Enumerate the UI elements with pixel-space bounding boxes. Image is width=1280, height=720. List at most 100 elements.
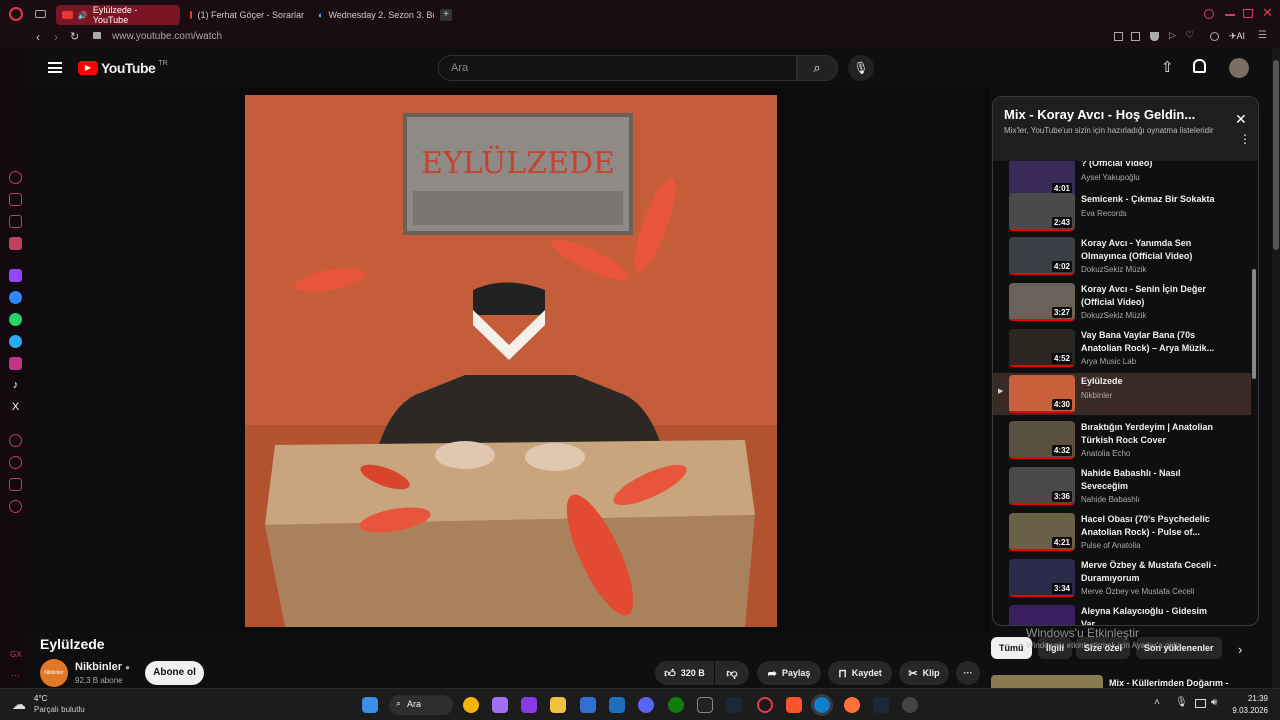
like-button[interactable]: 👍︎ 320 B [655,661,714,685]
url-field[interactable]: www.youtube.com/watch [112,31,222,42]
speaker-icon[interactable]: 🔊 [78,11,88,20]
playlist-item-thumbnail[interactable]: 4:21 [1009,513,1075,551]
playlist-item-thumbnail[interactable]: 4:52 [1009,329,1075,367]
upload-icon[interactable]: ⇧ [1161,58,1174,76]
copilot-icon[interactable] [492,697,508,713]
playlist-item-title[interactable]: Hacel Obası (70's Psychedelic Anatolian … [1081,513,1221,539]
network-icon[interactable] [1195,699,1206,708]
gmail-icon[interactable] [9,237,22,250]
search-input[interactable]: Ara [438,55,798,81]
playlist-item-thumbnail[interactable]: 2:43 [1009,193,1075,231]
youtube-logo[interactable]: ▶ YouTube TR [78,60,168,76]
play-icon[interactable]: ▷ [1169,30,1176,41]
telegram-icon[interactable] [9,335,22,348]
playlist-more-icon[interactable]: ⋮ [1239,133,1251,145]
share-button[interactable]: ➦ Paylaş [757,661,821,685]
search-button[interactable]: ⌕ [796,55,838,81]
messenger-icon[interactable] [9,291,22,304]
channel-name[interactable]: Nikbinler ● [75,661,130,673]
playlist-item-thumbnail[interactable]: 4:30 [1009,375,1075,413]
playlist-item[interactable]: 4:02 Koray Avcı - Yanımda Sen Olmayınca (… [993,235,1251,281]
edge-icon[interactable] [811,694,833,716]
player-icon[interactable] [9,434,22,447]
xbox-icon[interactable] [668,697,684,713]
playlist-item-thumbnail[interactable]: 3:27 [1009,283,1075,321]
page-scrollbar[interactable] [1272,48,1280,688]
start-icon[interactable] [362,697,378,713]
news-icon[interactable] [9,215,22,228]
playlist-item[interactable]: 3:34 Merve Özbey & Mustafa Ceceli - Duram… [993,557,1251,603]
whatsapp-icon[interactable] [9,313,22,326]
playlist-item-title[interactable]: ? (Official Video) [1081,161,1221,170]
playlist-item-thumbnail[interactable]: 3:36 [1009,467,1075,505]
playlist-item-thumbnail[interactable]: 4:02 [1009,237,1075,275]
opera-gx-icon[interactable] [757,697,773,713]
file-explorer-icon[interactable] [550,697,566,713]
chips-next-icon[interactable]: › [1238,642,1242,657]
playlist-item-thumbnail[interactable]: 4:32 [1009,421,1075,459]
aria-icon[interactable] [9,171,22,184]
playlist-item[interactable]: 2:43 Semicenk - Çıkmaz Bir Sokakta Eva Rec… [993,191,1251,233]
playlist-item[interactable]: 4:52 Vay Bana Vaylar Bana (70s Anatolian … [993,327,1251,373]
tiktok-icon[interactable]: ♪ [9,379,22,392]
subscribe-button[interactable]: Abone ol [145,661,204,685]
more-icon[interactable]: ··· [11,670,20,680]
weather-temp[interactable]: 4°C [34,694,47,703]
playlist-item[interactable]: Aleyna Kalaycıoğlu - Gidesim Var [993,603,1251,625]
close-playlist-icon[interactable]: ✕ [1235,111,1247,128]
playlist-item-title[interactable]: Koray Avcı - Yanımda Sen Olmayınca (Offi… [1081,237,1221,263]
discord-icon[interactable] [638,697,654,713]
playlist-item-title[interactable]: Bıraktığın Yerdeyim | Anatolian Türkish … [1081,421,1221,447]
heart-icon[interactable]: ♡ [1185,30,1194,41]
easy-setup-icon[interactable]: ☰ [1258,30,1267,41]
mic-tray-icon[interactable]: 🎙 [1175,697,1188,708]
notifications-icon[interactable] [1193,59,1206,73]
mail-icon[interactable] [609,697,625,713]
firefox-icon[interactable] [844,697,860,713]
extensions-icon[interactable] [9,478,22,491]
playlist-item-title[interactable]: Koray Avcı - Senin İçin Değer (Official … [1081,283,1221,309]
weather-icon[interactable]: ☁ [12,696,26,713]
snapshot-icon[interactable] [1131,32,1140,41]
app-icon[interactable] [521,697,537,713]
extension-icon[interactable] [1114,32,1123,41]
playlist-item[interactable]: 4:32 Bıraktığın Yerdeyim | Anatolian Türk… [993,419,1251,465]
playlist-item-title[interactable]: Nahide Babashlı - Nasıl Seveceğim [1081,467,1221,493]
taskbar-search[interactable]: ⌕ Ara [389,695,453,715]
brave-icon[interactable] [786,697,802,713]
workspaces-icon[interactable] [35,10,46,18]
channel-avatar[interactable]: Nikbinler [40,659,68,687]
chrome-icon[interactable] [463,697,479,713]
close-window-icon[interactable]: ✕ [1262,5,1273,21]
store-icon[interactable] [580,697,596,713]
avatar[interactable] [1229,58,1249,78]
more-actions-button[interactable]: ··· [956,661,980,685]
maximize-icon[interactable] [1243,9,1253,18]
playlist-title[interactable]: Mix - Koray Avcı - Hoş Geldin... [1004,107,1249,122]
aria-ai-button[interactable]: ✈AI [1229,31,1245,42]
playlist-item[interactable]: ▶ 4:30 Eylülzede Nikbinler [993,373,1251,415]
app-icon-2[interactable] [902,697,918,713]
tray-chevron-icon[interactable]: ˄ [1154,697,1160,708]
tab-search-icon[interactable] [1204,9,1214,19]
playlist-item[interactable]: 3:27 Koray Avcı - Senin İçin Değer (Offic… [993,281,1251,327]
epic-games-icon[interactable] [697,697,713,713]
clock-date[interactable]: 9.03.2026 [1226,706,1268,715]
playlist-item-thumbnail[interactable] [1009,605,1075,625]
playlist-item-title[interactable]: Vay Bana Vaylar Bana (70s Anatolian Rock… [1081,329,1221,355]
playlist-item-title[interactable]: Aleyna Kalaycıoğlu - Gidesim Var [1081,605,1221,625]
next-video-thumbnail[interactable] [991,675,1103,688]
new-tab-button[interactable]: + [440,9,452,21]
clock-time[interactable]: 21:39 [1234,694,1268,703]
playlist-item[interactable]: 4:01? (Official Video) Aysel Yakupoğlu [993,161,1251,197]
playlist-item[interactable]: 4:21 Hacel Obası (70's Psychedelic Anatol… [993,511,1251,557]
gx-label[interactable]: GX [10,650,22,659]
instagram-icon[interactable] [9,357,22,370]
playlist-scrollbar[interactable] [1252,269,1256,379]
voice-search-button[interactable]: 🎙 [848,55,874,81]
clip-button[interactable]: ✂ Klip [899,661,949,685]
menu-icon[interactable] [48,62,62,73]
reload-icon[interactable]: ↻ [70,30,79,43]
playlist-item-title[interactable]: Eylülzede [1081,375,1221,388]
tab-ferhat[interactable]: (1) Ferhat Göçer - Sorarlar [184,5,310,25]
